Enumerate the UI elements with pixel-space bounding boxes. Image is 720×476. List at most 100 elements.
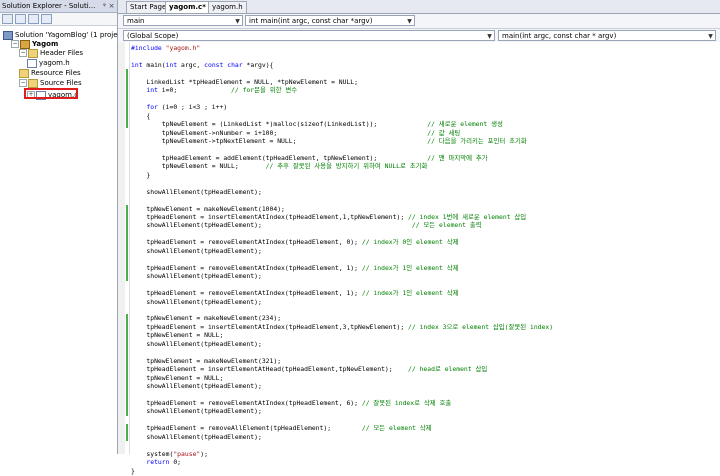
tree-item-label: Header Files <box>40 49 84 57</box>
code-editor[interactable]: #include "yagom.h" int main(int argc, con… <box>118 42 720 475</box>
code-line[interactable]: showAllElement(tpHeadElement); <box>131 272 261 281</box>
code-line-text: tpNewElement = NULL; <box>131 373 224 382</box>
code-line-text: showAllElement(tpHeadElement); // 모든 ele… <box>131 221 482 230</box>
indicator-margin <box>118 42 125 454</box>
code-line-text: tpNewElement->nNumber = i+100; // 값 세팅 <box>131 128 461 137</box>
scope-combo[interactable]: (Global Scope) ▼ <box>123 30 495 41</box>
selection-highlight-box <box>24 88 78 99</box>
code-line[interactable]: } <box>131 467 135 476</box>
code-line[interactable]: showAllElement(tpHeadElement); <box>131 187 262 197</box>
code-line-text: tpNewElement->tpNextElement = NULL; // 다… <box>131 136 527 145</box>
code-line-text: tpNewElement = makeNewElement(321); <box>131 356 282 365</box>
code-line-text: tpHeadElement = addElement(tpHeadElement… <box>131 153 488 162</box>
code-line[interactable]: showAllElement(tpHeadElement); <box>131 407 262 416</box>
function-combo[interactable]: int main(int argc, const char *argv) ▼ <box>245 15 415 26</box>
code-line-text: tpHeadElement = removeElementAtIndex(tpH… <box>131 398 452 407</box>
code-line-text: showAllElement(tpHeadElement); <box>131 432 262 441</box>
expander-icon[interactable]: − <box>11 40 19 48</box>
code-line[interactable]: int main(int argc, const char *argv){ <box>131 61 273 70</box>
code-line-text: showAllElement(tpHeadElement); <box>131 246 262 255</box>
document-tabs: Start Page yagom.c* yagom.h <box>118 0 720 14</box>
code-line-text: showAllElement(tpHeadElement); <box>131 297 262 306</box>
code-line-text: for (i=0 ; i<3 ; i++) <box>146 103 228 112</box>
member-combo-value: main(int argc, const char * argv) <box>502 32 617 40</box>
change-marker <box>126 398 128 416</box>
code-line[interactable]: tpNewElement->tpNextElement = NULL; // 다… <box>131 137 527 146</box>
code-line-text: showAllElement(tpHeadElement); <box>131 382 262 390</box>
code-line-text: #include "yagom.h" <box>131 44 201 52</box>
expander-icon[interactable]: − <box>19 79 27 87</box>
change-marker <box>126 69 128 129</box>
code-line[interactable]: showAllElement(tpHeadElement); <box>131 382 262 391</box>
code-line-text: { <box>131 111 151 120</box>
code-line[interactable]: tpNewElement = NULL; // 추후 잘못된 사용을 방지하기 … <box>131 162 428 171</box>
member-combo[interactable]: main(int argc, const char * argv) ▼ <box>498 30 716 41</box>
file-combo[interactable]: main ▼ <box>123 15 243 26</box>
file-combo-value: main <box>127 17 145 25</box>
solution-explorer-panel: Solution Explorer - Soluti... ᵠ × Soluti… <box>0 0 127 454</box>
code-line[interactable]: showAllElement(tpHeadElement); <box>131 339 262 349</box>
code-line-text: tpNewElement = makeNewElement(1004); <box>131 204 285 213</box>
code-line[interactable]: showAllElement(tpHeadElement); <box>131 246 262 256</box>
code-line[interactable]: showAllElement(tpHeadElement); <box>131 297 262 307</box>
code-line-text: } <box>131 170 151 179</box>
code-line-text: LinkedList *tpHeadElement = NULL, *tpNew… <box>131 77 359 86</box>
code-line-text: tpHeadElement = insertElementAtIndex(tpH… <box>131 322 554 331</box>
code-line-text: tpNewElement = NULL; <box>131 331 224 340</box>
chevron-down-icon: ▼ <box>407 18 412 25</box>
code-line-text: } <box>131 466 135 475</box>
code-line[interactable]: showAllElement(tpHeadElement); <box>131 432 262 442</box>
expander-icon[interactable]: − <box>19 49 27 57</box>
refresh-icon[interactable] <box>28 14 39 24</box>
solution-explorer-titlebar: Solution Explorer - Soluti... ᵠ × <box>0 0 117 13</box>
view-code-icon[interactable] <box>41 14 52 24</box>
properties-icon[interactable] <box>2 14 13 24</box>
code-line-text: tpHeadElement = insertElementAtHead(tpHe… <box>131 365 488 374</box>
code-line[interactable]: #include "yagom.h" <box>131 44 200 53</box>
folder-icon <box>19 68 29 78</box>
scope-bar: (Global Scope) ▼ main(int argc, const ch… <box>118 29 720 43</box>
change-marker <box>126 314 128 357</box>
tree-item-source-files[interactable]: − Source Files <box>19 78 82 88</box>
code-line-text: tpHeadElement = removeAllElement(tpHeadE… <box>131 424 432 433</box>
chevron-down-icon: ▼ <box>487 33 492 40</box>
change-marker <box>126 204 128 281</box>
pin-icon[interactable]: ᵠ <box>101 2 108 10</box>
scope-combo-value: (Global Scope) <box>127 32 179 40</box>
tab-start-page[interactable]: Start Page <box>126 1 171 13</box>
editor-pane: Start Page yagom.c* yagom.h main ▼ int m… <box>118 0 720 475</box>
close-icon[interactable]: × <box>108 2 115 10</box>
code-line-text: return 0; <box>146 458 182 467</box>
show-all-files-icon[interactable] <box>15 14 26 24</box>
function-combo-value: int main(int argc, const char *argv) <box>249 17 373 25</box>
chevron-down-icon: ▼ <box>235 18 240 25</box>
folder-icon <box>28 78 38 88</box>
code-line-text: tpNewElement = NULL; // 추후 잘못된 사용을 방지하기 … <box>131 162 428 171</box>
code-line-text: int i=0; // for문을 위한 변수 <box>146 86 298 95</box>
code-line-text: tpNewElement = (LinkedList *)malloc(size… <box>131 120 503 129</box>
tab-yagom-h[interactable]: yagom.h <box>208 1 247 13</box>
code-line-text: tpHeadElement = insertElementAtIndex(tpH… <box>131 213 527 221</box>
code-line-text: showAllElement(tpHeadElement); <box>131 187 262 196</box>
code-line[interactable]: return 0; <box>131 458 181 467</box>
code-line-text: tpNewElement = makeNewElement(234); <box>131 314 282 323</box>
tree-item-label: yagom.h <box>39 59 70 67</box>
code-line-text: tpHeadElement = removeElementAtIndex(tpH… <box>131 238 459 247</box>
tree-item-label: Source Files <box>40 79 82 87</box>
file-icon <box>27 58 37 68</box>
tree-item-header-files[interactable]: − Header Files <box>19 48 83 58</box>
tab-yagom-c[interactable]: yagom.c* <box>165 1 210 13</box>
code-line[interactable]: showAllElement(tpHeadElement); // 모든 ele… <box>131 221 482 230</box>
code-line-text: showAllElement(tpHeadElement); <box>131 407 262 416</box>
code-line[interactable]: } <box>131 171 150 180</box>
folder-icon <box>28 48 38 58</box>
chevron-down-icon: ▼ <box>708 33 713 40</box>
code-line-text: tpHeadElement = removeElementAtIndex(tpH… <box>131 289 459 298</box>
tree-item-resource-files[interactable]: Resource Files <box>19 68 81 78</box>
solution-explorer-toolbar <box>0 13 117 26</box>
code-line[interactable]: int i=0; // for문을 위한 변수 <box>131 86 297 95</box>
tree-item-yagom-h[interactable]: yagom.h <box>27 58 70 68</box>
code-line-text: showAllElement(tpHeadElement); <box>131 339 262 348</box>
navigation-bar: main ▼ int main(int argc, const char *ar… <box>118 14 720 29</box>
solution-explorer-title: Solution Explorer - Soluti... <box>2 2 96 10</box>
